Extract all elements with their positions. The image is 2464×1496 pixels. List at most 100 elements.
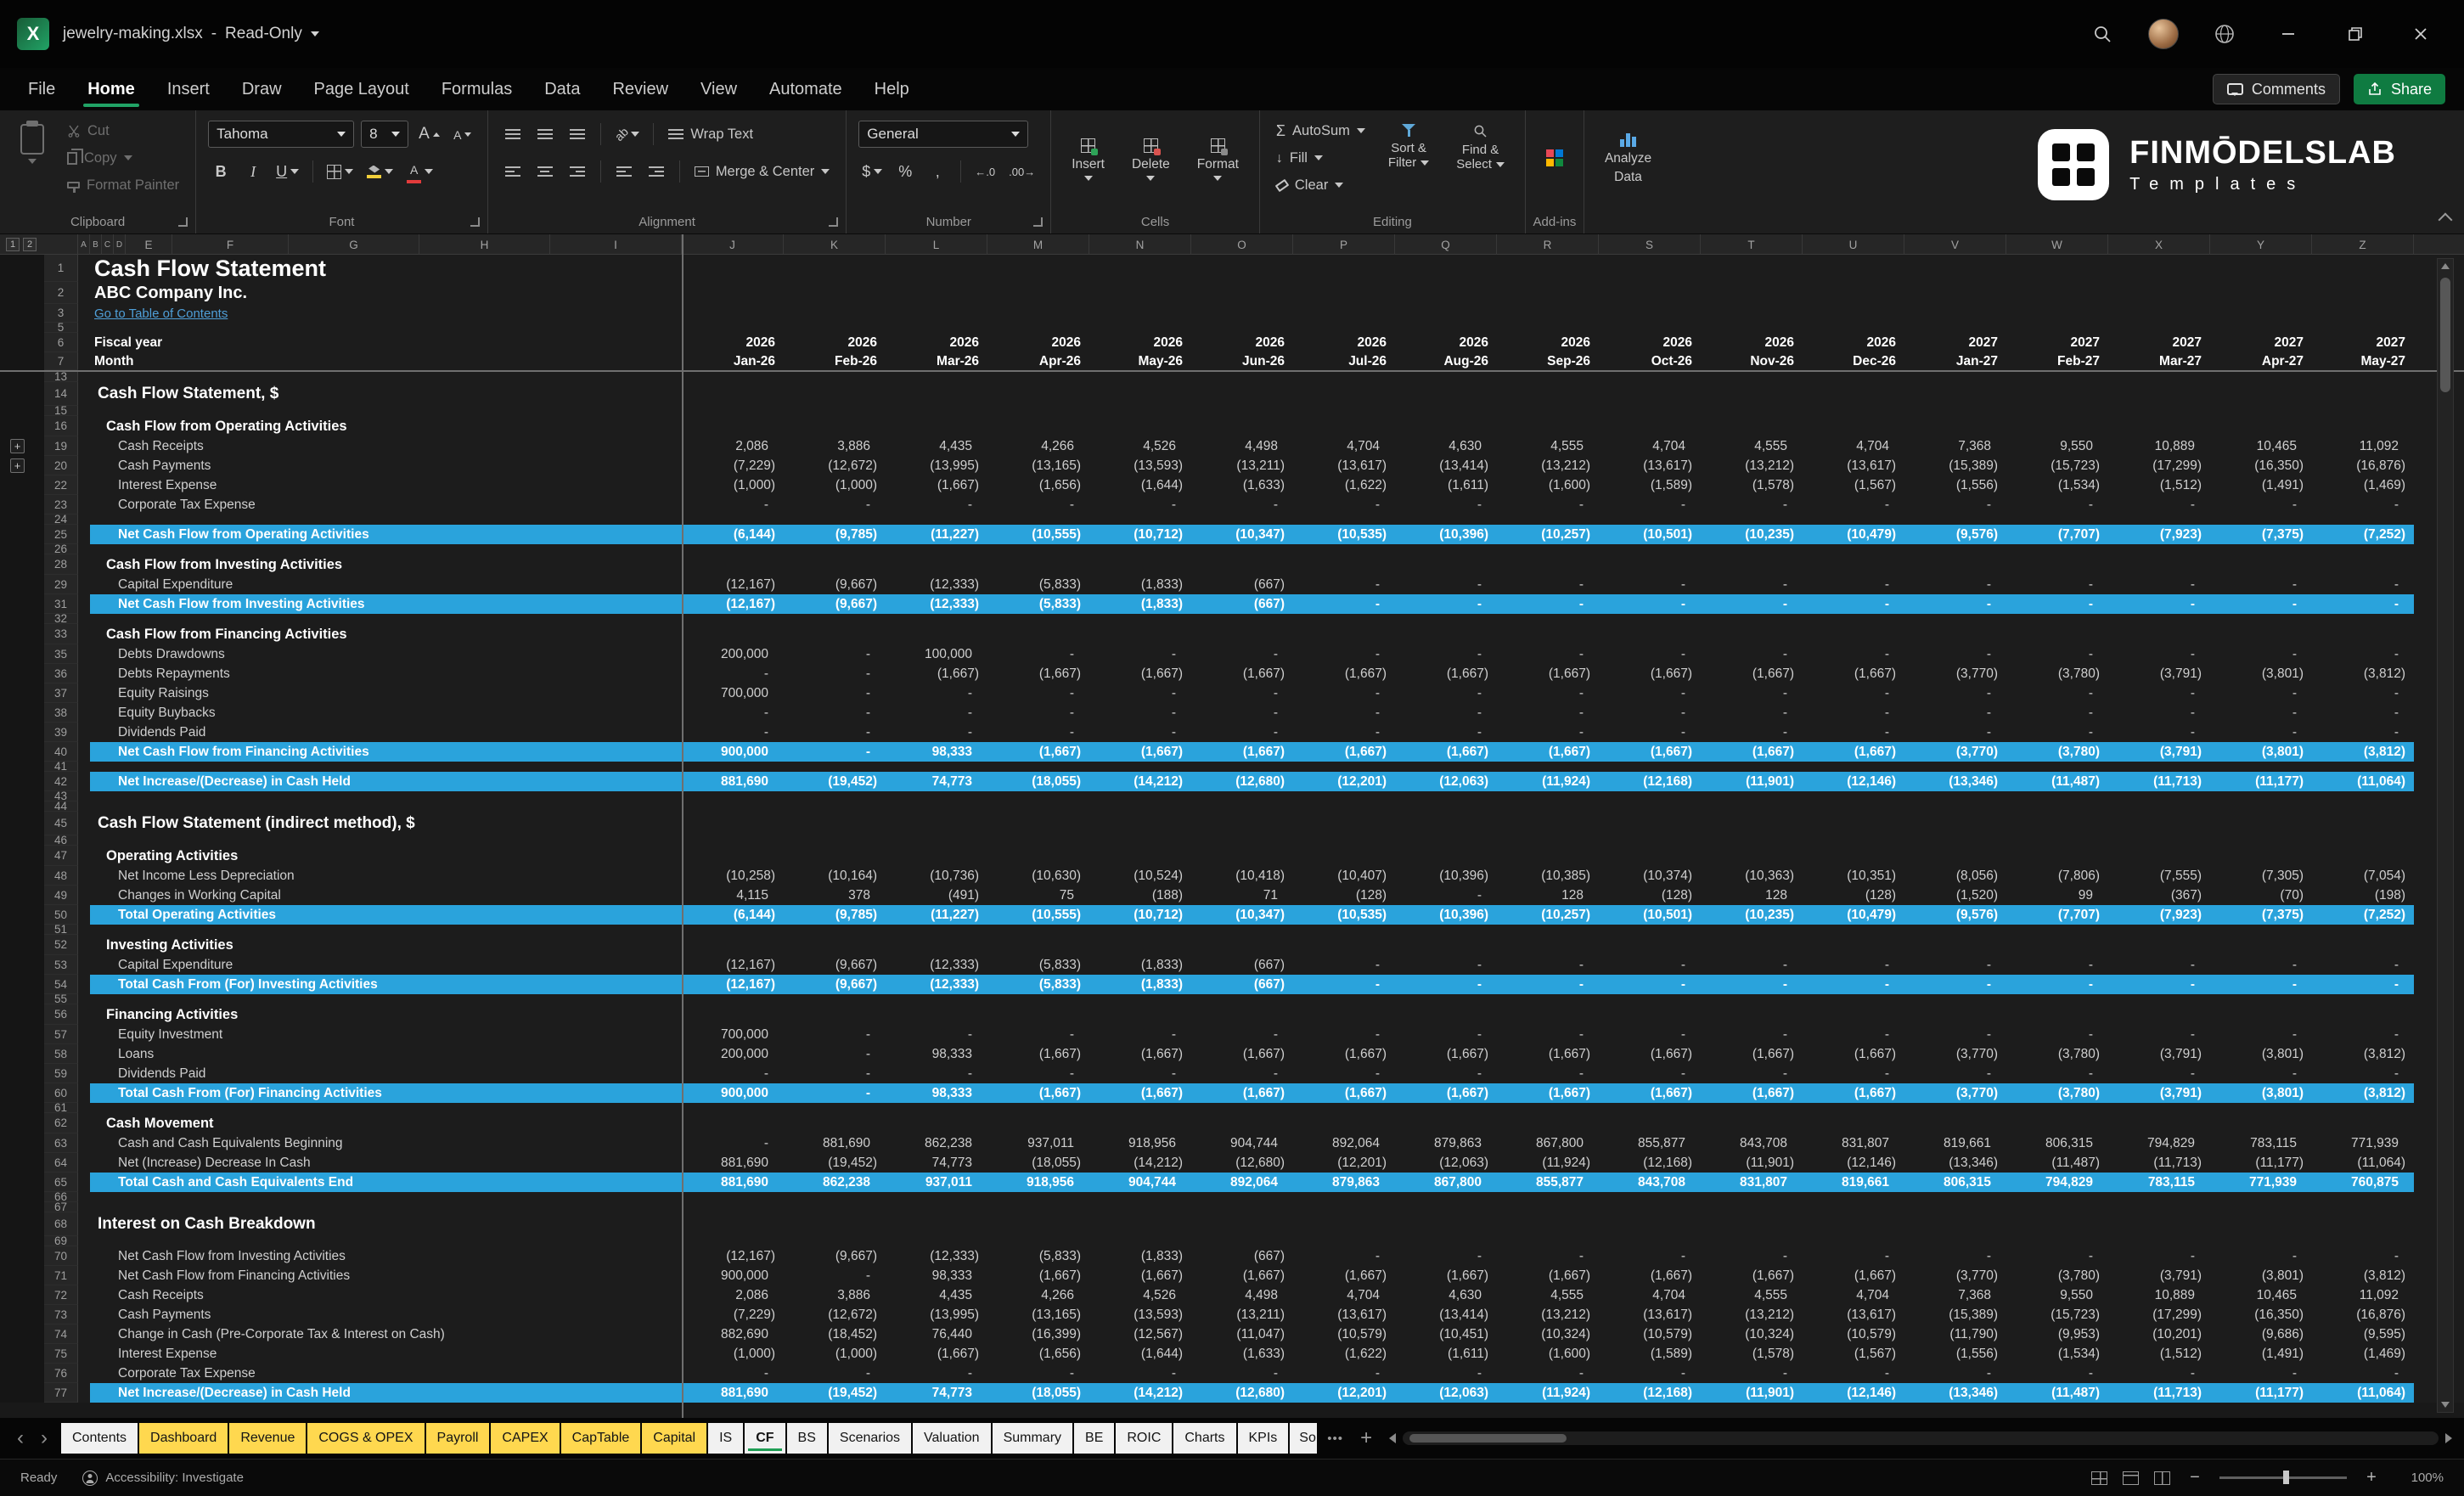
row-header-31[interactable]: 31 bbox=[44, 594, 78, 614]
cell-v19[interactable]: 7,368 bbox=[1904, 436, 2006, 456]
row-header-64[interactable]: 64 bbox=[44, 1153, 78, 1173]
view-page-break-button[interactable] bbox=[2154, 1471, 2170, 1485]
zoom-slider-thumb[interactable] bbox=[2283, 1471, 2289, 1484]
cell-k37[interactable]: - bbox=[784, 683, 886, 703]
font-size-select[interactable]: 8 bbox=[361, 121, 408, 148]
cell-p7[interactable]: Jul-26 bbox=[1293, 352, 1395, 370]
cell-s31[interactable]: - bbox=[1599, 594, 1701, 614]
align-left-button[interactable] bbox=[500, 159, 526, 184]
cell-o7[interactable]: Jun-26 bbox=[1191, 352, 1293, 370]
cell-n57[interactable]: - bbox=[1089, 1025, 1191, 1044]
sheet-tab-kpis[interactable]: KPIs bbox=[1238, 1423, 1289, 1454]
cell-j29[interactable]: (12,167) bbox=[682, 575, 784, 594]
row-header-67[interactable]: 67 bbox=[44, 1202, 78, 1212]
cell-v6[interactable]: 2027 bbox=[1904, 333, 2006, 352]
cell-w72[interactable]: 9,550 bbox=[2006, 1285, 2108, 1305]
align-top-button[interactable] bbox=[500, 121, 526, 147]
cell-n77[interactable]: (14,212) bbox=[1089, 1383, 1191, 1403]
cell-n59[interactable]: - bbox=[1089, 1064, 1191, 1083]
cell-u36[interactable]: (1,667) bbox=[1803, 664, 1904, 683]
cell-s23[interactable]: - bbox=[1599, 495, 1701, 515]
cell-l38[interactable]: - bbox=[886, 703, 987, 723]
cell-x19[interactable]: 10,889 bbox=[2108, 436, 2210, 456]
cell-s60[interactable]: (1,667) bbox=[1599, 1083, 1701, 1103]
menu-tab-help[interactable]: Help bbox=[858, 68, 925, 110]
cell-w40[interactable]: (3,780) bbox=[2006, 742, 2108, 762]
cell-k73[interactable]: (12,672) bbox=[784, 1305, 886, 1324]
cell-w39[interactable]: - bbox=[2006, 723, 2108, 742]
cell-x74[interactable]: (10,201) bbox=[2108, 1324, 2210, 1344]
cell-o29[interactable]: (667) bbox=[1191, 575, 1293, 594]
col-header-m[interactable]: M bbox=[987, 234, 1089, 255]
cell-y20[interactable]: (16,350) bbox=[2210, 456, 2312, 475]
cell-r48[interactable]: (10,385) bbox=[1497, 866, 1599, 886]
col-header-a[interactable]: A bbox=[78, 234, 90, 255]
cell-y59[interactable]: - bbox=[2210, 1064, 2312, 1083]
cell-r64[interactable]: (11,924) bbox=[1497, 1153, 1599, 1173]
cell-m48[interactable]: (10,630) bbox=[987, 866, 1089, 886]
view-page-layout-button[interactable] bbox=[2123, 1471, 2139, 1485]
cell-y42[interactable]: (11,177) bbox=[2210, 772, 2312, 791]
cell-t25[interactable]: (10,235) bbox=[1701, 525, 1803, 544]
cell-z57[interactable]: - bbox=[2312, 1025, 2414, 1044]
cell-z42[interactable]: (11,064) bbox=[2312, 772, 2414, 791]
cell-l63[interactable]: 862,238 bbox=[886, 1133, 987, 1153]
cell-o48[interactable]: (10,418) bbox=[1191, 866, 1293, 886]
menu-tab-file[interactable]: File bbox=[12, 68, 71, 110]
cell-r63[interactable]: 867,800 bbox=[1497, 1133, 1599, 1153]
cell-y58[interactable]: (3,801) bbox=[2210, 1044, 2312, 1064]
globe-button[interactable] bbox=[2201, 10, 2248, 58]
cell-l36[interactable]: (1,667) bbox=[886, 664, 987, 683]
col-header-t[interactable]: T bbox=[1701, 234, 1803, 255]
cell-t53[interactable]: - bbox=[1701, 955, 1803, 975]
cell-u54[interactable]: - bbox=[1803, 975, 1904, 994]
cell-t48[interactable]: (10,363) bbox=[1701, 866, 1803, 886]
cell-z38[interactable]: - bbox=[2312, 703, 2414, 723]
cell-j19[interactable]: 2,086 bbox=[682, 436, 784, 456]
cut-button[interactable]: Cut bbox=[63, 119, 183, 143]
cell-k72[interactable]: 3,886 bbox=[784, 1285, 886, 1305]
cell-r49[interactable]: 128 bbox=[1497, 886, 1599, 905]
outline-level-1-button[interactable]: 1 bbox=[6, 238, 20, 251]
cell-z35[interactable]: - bbox=[2312, 644, 2414, 664]
cell-k50[interactable]: (9,785) bbox=[784, 905, 886, 925]
cell-l71[interactable]: 98,333 bbox=[886, 1266, 987, 1285]
cell-w37[interactable]: - bbox=[2006, 683, 2108, 703]
sheet-tab-captable[interactable]: CapTable bbox=[561, 1423, 641, 1454]
cell-n72[interactable]: 4,526 bbox=[1089, 1285, 1191, 1305]
row-header-70[interactable]: 70 bbox=[44, 1246, 78, 1266]
cell-r50[interactable]: (10,257) bbox=[1497, 905, 1599, 925]
cell-y40[interactable]: (3,801) bbox=[2210, 742, 2312, 762]
cell-j70[interactable]: (12,167) bbox=[682, 1246, 784, 1266]
cell-k54[interactable]: (9,667) bbox=[784, 975, 886, 994]
cell-o42[interactable]: (12,680) bbox=[1191, 772, 1293, 791]
row-header-61[interactable]: 61 bbox=[44, 1103, 78, 1113]
row-header-7[interactable]: 7 bbox=[44, 352, 78, 370]
cell-k19[interactable]: 3,886 bbox=[784, 436, 886, 456]
cell-t23[interactable]: - bbox=[1701, 495, 1803, 515]
menu-tab-data[interactable]: Data bbox=[528, 68, 596, 110]
col-header-i[interactable]: I bbox=[550, 234, 682, 255]
cell-q54[interactable]: - bbox=[1395, 975, 1497, 994]
cell-o57[interactable]: - bbox=[1191, 1025, 1293, 1044]
cell-w23[interactable]: - bbox=[2006, 495, 2108, 515]
cell-q53[interactable]: - bbox=[1395, 955, 1497, 975]
cell-s57[interactable]: - bbox=[1599, 1025, 1701, 1044]
cell-z40[interactable]: (3,812) bbox=[2312, 742, 2414, 762]
sheet-tab-valuation[interactable]: Valuation bbox=[913, 1423, 991, 1454]
fill-color-button[interactable] bbox=[363, 159, 397, 184]
cell-w60[interactable]: (3,780) bbox=[2006, 1083, 2108, 1103]
cell-z64[interactable]: (11,064) bbox=[2312, 1153, 2414, 1173]
cell-q25[interactable]: (10,396) bbox=[1395, 525, 1497, 544]
cell-w53[interactable]: - bbox=[2006, 955, 2108, 975]
cell-u39[interactable]: - bbox=[1803, 723, 1904, 742]
fill-button[interactable]: Fill bbox=[1272, 146, 1370, 170]
cell-m40[interactable]: (1,667) bbox=[987, 742, 1089, 762]
cell-v60[interactable]: (3,770) bbox=[1904, 1083, 2006, 1103]
format-painter-button[interactable]: Format Painter bbox=[63, 173, 183, 197]
cell-j74[interactable]: 882,690 bbox=[682, 1324, 784, 1344]
vertical-scrollbar[interactable] bbox=[2437, 258, 2454, 1413]
cell-l23[interactable]: - bbox=[886, 495, 987, 515]
cell-l7[interactable]: Mar-26 bbox=[886, 352, 987, 370]
row-header-40[interactable]: 40 bbox=[44, 742, 78, 762]
